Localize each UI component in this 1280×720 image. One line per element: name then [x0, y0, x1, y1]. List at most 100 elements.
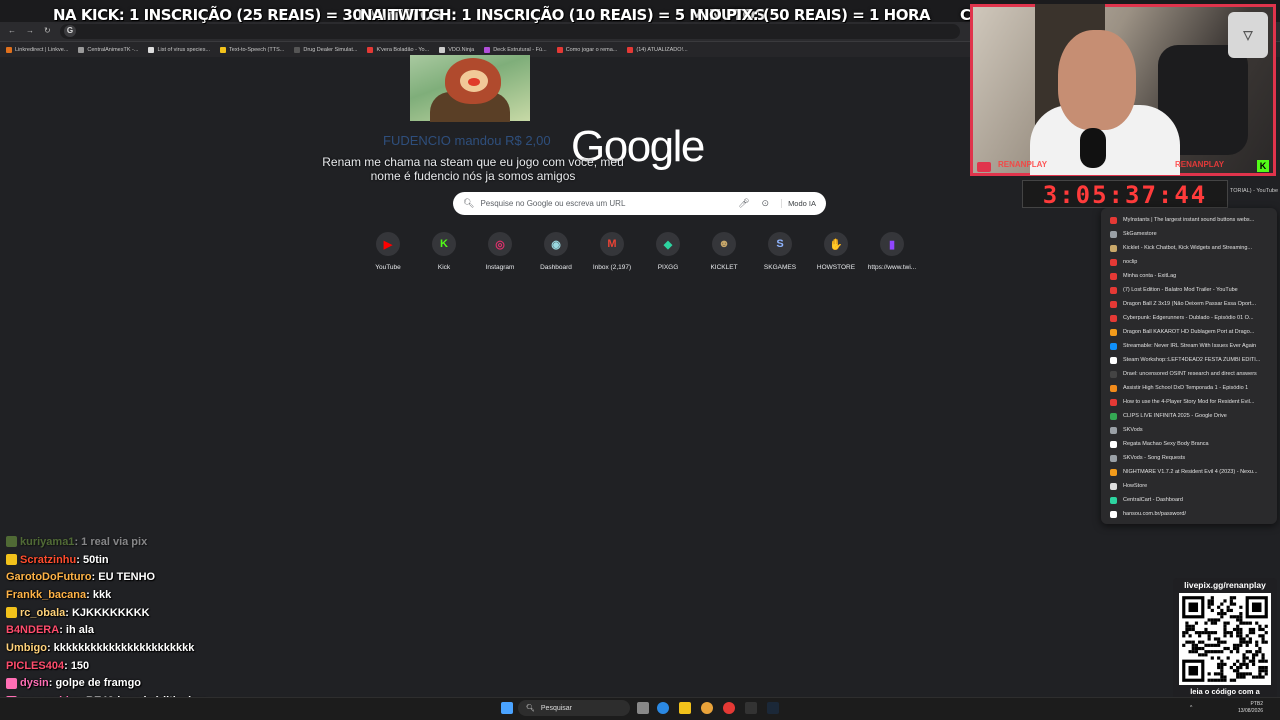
history-item[interactable]: SkGamestore: [1101, 227, 1277, 241]
history-item[interactable]: Steam Workshop::LEFT4DEAD2 FESTA ZUMBI E…: [1101, 353, 1277, 367]
bookmark-item[interactable]: Text-to-Speech (TTS...: [220, 46, 284, 53]
qr-module: [1223, 678, 1227, 682]
history-item[interactable]: CentralCart - Dashboard: [1101, 493, 1277, 507]
qr-module: [1251, 656, 1256, 660]
task-view-icon[interactable]: [637, 702, 649, 714]
chat-text: : EU TENHO: [91, 571, 156, 584]
obs-icon[interactable]: [745, 702, 757, 714]
chat-text: : 150: [64, 659, 90, 672]
history-item[interactable]: CLIPS LIVE INFINITA 2025 - Google Drive: [1101, 409, 1277, 423]
shortcut-tile[interactable]: M Inbox (2,197): [584, 232, 640, 271]
bookmark-item[interactable]: Como jogar o rema...: [556, 46, 617, 53]
qr-module: [1217, 643, 1221, 647]
start-icon[interactable]: [501, 702, 513, 714]
history-item[interactable]: Cyberpunk: Edgerunners - Dublado - Episó…: [1101, 311, 1277, 325]
shortcut-tile[interactable]: ✋ HOWSTORE: [808, 232, 864, 271]
chat-username: GarotoDoFuturo: [6, 571, 92, 584]
qr-module: [1207, 605, 1211, 609]
shortcut-tile[interactable]: ◆ PIXGG: [640, 232, 696, 271]
history-item[interactable]: Dragon Ball Z 3x19 (Não Deixem Passar Es…: [1101, 297, 1277, 311]
bookmark-favicon-icon: [556, 46, 563, 53]
steam-icon[interactable]: [767, 702, 779, 714]
shortcut-tile[interactable]: S SKGAMES: [752, 232, 808, 271]
history-item[interactable]: Dragon Ball KAKAROT HD Dublagem Port at …: [1101, 325, 1277, 339]
bookmark-item[interactable]: (14) ATUALIZADO!...: [627, 46, 688, 53]
qr-module: [1182, 631, 1186, 635]
system-tray[interactable]: ^: [1190, 705, 1192, 711]
qr-module: [1232, 678, 1237, 682]
history-item[interactable]: Streamable: Never IRL Stream With Issues…: [1101, 339, 1277, 353]
qr-module: [1226, 605, 1230, 609]
shortcut-tile[interactable]: K Kick: [416, 232, 472, 271]
shortcut-tile[interactable]: ▶ YouTube: [360, 232, 416, 271]
history-item[interactable]: How to use the 4-Player Story Mod for Re…: [1101, 395, 1277, 409]
qr-module: [1261, 659, 1265, 663]
shortcut-tile[interactable]: ◎ Instagram: [472, 232, 528, 271]
file-explorer-icon[interactable]: [679, 702, 691, 714]
taskbar-clock[interactable]: PTB2 13/08/2026: [1238, 701, 1263, 715]
qr-module: [1261, 665, 1265, 670]
history-item[interactable]: Minha conta - ExitLag: [1101, 269, 1277, 283]
history-item[interactable]: SKVods - Song Requests: [1101, 451, 1277, 465]
camera-icon[interactable]: ⊙: [762, 198, 770, 209]
qr-module: [1261, 675, 1265, 679]
bookmark-item[interactable]: List of virus species...: [148, 46, 210, 53]
history-item[interactable]: NIGHTMARE V1.7.2 at Resident Evil 4 (202…: [1101, 465, 1277, 479]
history-header-fragment: TORIAL) - YouTube: [1230, 188, 1278, 194]
qr-module: [1210, 602, 1214, 606]
qr-module: [1217, 637, 1221, 641]
history-item[interactable]: noclip: [1101, 255, 1277, 269]
qr-finder: [1251, 602, 1262, 613]
chat-username: PICLES404: [6, 659, 65, 672]
bookmark-item[interactable]: K'vera Boladão - Yo...: [367, 46, 429, 53]
history-item[interactable]: Kicklet - Kick Chatbot, Kick Widgets and…: [1101, 241, 1277, 255]
shortcut-tile[interactable]: ☻ KICKLET: [696, 232, 752, 271]
history-item[interactable]: hansou.com.br/password/: [1101, 507, 1277, 521]
history-item[interactable]: (7) Lost Edition - Balatro Mod Trailer -…: [1101, 283, 1277, 297]
history-item[interactable]: Regata Machao Sexy Body Branca: [1101, 437, 1277, 451]
history-item[interactable]: Drael: uncensored OSINT research and dir…: [1101, 367, 1277, 381]
qr-module: [1223, 646, 1227, 651]
bookmark-item[interactable]: CentralAnimesTK -...: [78, 46, 138, 53]
search-placeholder[interactable]: Pesquise no Google ou escreva um URL: [480, 199, 738, 208]
bookmark-item[interactable]: Drug Dealer Simulat...: [294, 46, 357, 53]
qr-module: [1245, 640, 1249, 644]
history-item[interactable]: HowStore: [1101, 479, 1277, 493]
taskbar-search[interactable]: 🔍︎ Pesquisar: [518, 700, 630, 716]
qr-module: [1185, 627, 1189, 632]
bookmark-item[interactable]: Deck Estrutural - Fú...: [484, 46, 547, 53]
qr-module: [1245, 643, 1249, 647]
address-bar[interactable]: [60, 24, 960, 39]
history-item[interactable]: MyInstants | The largest instant sound b…: [1101, 213, 1277, 227]
qr-module: [1217, 672, 1221, 676]
history-favicon-icon: [1110, 328, 1117, 336]
history-item[interactable]: Assistir High School DxD Temporada 1 - E…: [1101, 381, 1277, 395]
reload-icon[interactable]: ↻: [44, 26, 51, 35]
bookmark-item[interactable]: Linkredirect | Linkve...: [6, 46, 69, 53]
qr-module: [1251, 631, 1256, 635]
app-icon[interactable]: [723, 702, 735, 714]
shortcut-label: PIXGG: [657, 264, 679, 271]
bookmark-item[interactable]: VDO.Ninja: [439, 46, 474, 53]
qr-module: [1229, 615, 1233, 619]
history-item[interactable]: SKVods: [1101, 423, 1277, 437]
shortcut-tile[interactable]: ▮ https://www.twi...: [864, 232, 920, 271]
qr-module: [1210, 618, 1214, 622]
chat-badge-icon: [6, 536, 17, 548]
qr-module: [1258, 634, 1262, 638]
forward-icon[interactable]: →: [26, 26, 34, 35]
bookmark-label: Linkredirect | Linkve...: [15, 46, 69, 53]
shortcut-tile[interactable]: ◉ Dashboard: [528, 232, 584, 271]
microphone-icon[interactable]: 🎤︎: [738, 198, 749, 209]
history-item-title: CentralCart - Dashboard: [1123, 497, 1183, 503]
ai-mode-button[interactable]: Modo IA: [781, 199, 816, 208]
history-favicon-icon: [1110, 440, 1117, 448]
chrome-icon[interactable]: [701, 702, 713, 714]
google-search-box[interactable]: 🔍︎ Pesquise no Google ou escreva um URL …: [453, 192, 826, 215]
qr-module: [1255, 650, 1259, 654]
qr-module: [1239, 675, 1243, 679]
edge-icon[interactable]: [657, 702, 669, 714]
back-icon[interactable]: ←: [8, 26, 16, 35]
qr-module: [1207, 637, 1211, 641]
qr-module: [1207, 618, 1211, 622]
